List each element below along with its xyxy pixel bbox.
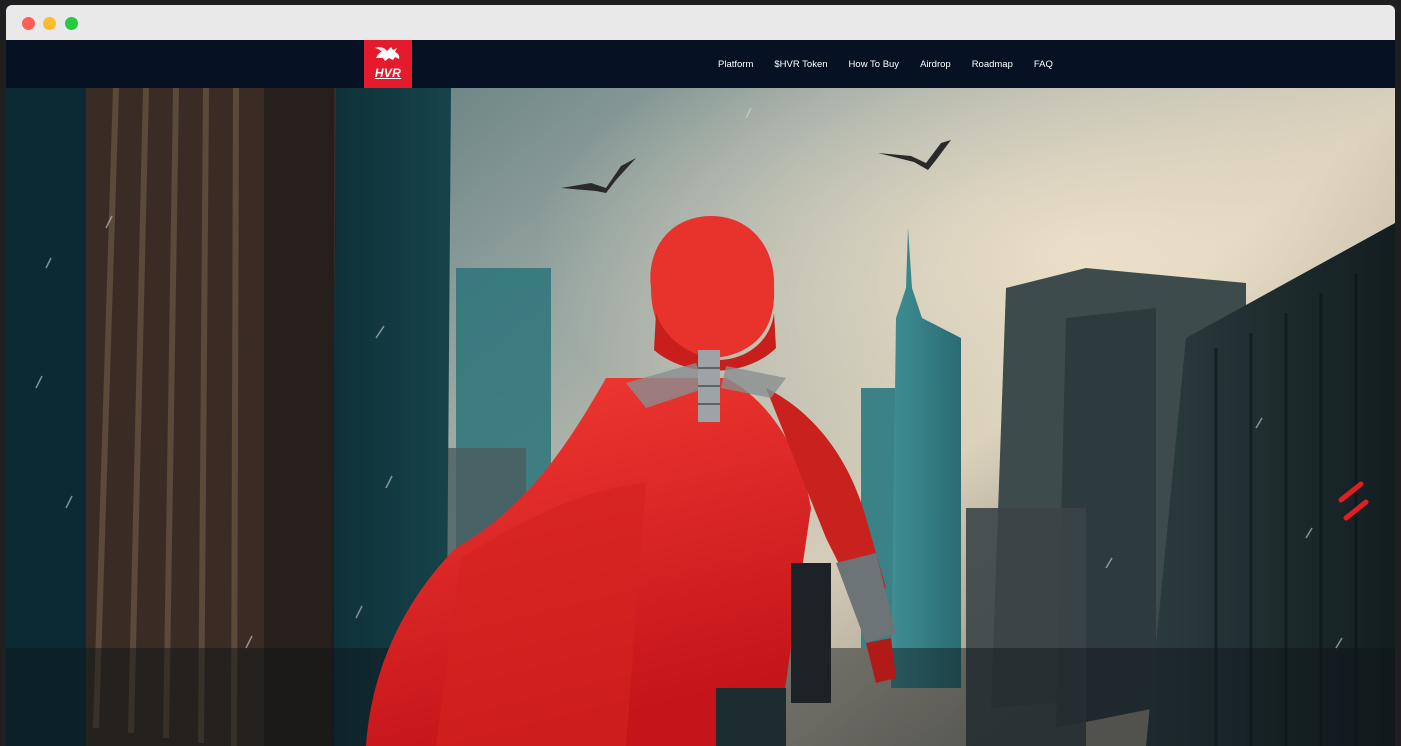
- main-navigation: Platform $HVR Token How To Buy Airdrop R…: [718, 40, 1053, 88]
- hero-banner: [6, 88, 1395, 746]
- winged-lion-icon: [375, 47, 400, 61]
- close-window-button[interactable]: [22, 17, 35, 30]
- logo-wordmark: HVR: [374, 66, 402, 80]
- nav-link-roadmap[interactable]: Roadmap: [972, 59, 1013, 70]
- nav-link-hvr-token[interactable]: $HVR Token: [774, 59, 827, 70]
- maximize-window-button[interactable]: [65, 17, 78, 30]
- window-titlebar: [6, 5, 1395, 41]
- nav-link-how-to-buy[interactable]: How To Buy: [849, 59, 900, 70]
- browser-window: HVR Platform $HVR Token How To Buy Airdr…: [6, 5, 1395, 746]
- minimize-window-button[interactable]: [43, 17, 56, 30]
- nav-link-platform[interactable]: Platform: [718, 59, 753, 70]
- site-logo[interactable]: HVR: [364, 40, 412, 88]
- nav-link-faq[interactable]: FAQ: [1034, 59, 1053, 70]
- site-navbar: HVR Platform $HVR Token How To Buy Airdr…: [6, 40, 1395, 88]
- hero-illustration: [6, 88, 1395, 746]
- nav-link-airdrop[interactable]: Airdrop: [920, 59, 951, 70]
